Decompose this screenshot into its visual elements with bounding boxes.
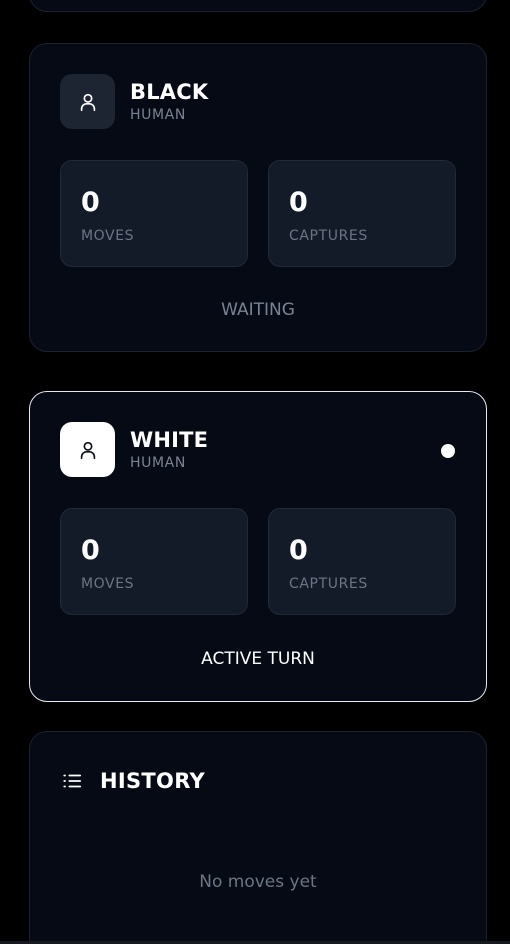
captures-stat: 0 CAPTURES [268, 160, 456, 267]
list-icon [63, 774, 82, 788]
moves-count: 0 [81, 535, 100, 566]
avatar-white [60, 422, 115, 477]
moves-label: MOVES [81, 576, 135, 592]
captures-label: CAPTURES [289, 576, 368, 592]
player-header-white: WHITE HUMAN [60, 422, 208, 477]
history-header: HISTORY [61, 768, 205, 794]
previous-panel [29, 0, 487, 12]
history-title: HISTORY [100, 769, 206, 793]
player-card-black: BLACK HUMAN 0 MOVES 0 CAPTURES WAITING [29, 43, 487, 352]
player-name: WHITE [130, 427, 209, 452]
moves-count: 0 [81, 187, 100, 218]
active-turn-indicator [441, 444, 455, 458]
player-card-white: WHITE HUMAN 0 MOVES 0 CAPTURES ACTIVE TU… [29, 391, 487, 702]
moves-stat: 0 MOVES [60, 508, 248, 615]
captures-label: CAPTURES [289, 228, 368, 244]
moves-label: MOVES [81, 228, 135, 244]
player-header-black: BLACK HUMAN [60, 74, 208, 129]
player-type: HUMAN [130, 106, 186, 123]
captures-count: 0 [289, 187, 308, 218]
captures-stat: 0 CAPTURES [268, 508, 456, 615]
avatar-black [60, 74, 115, 129]
user-icon [80, 93, 95, 111]
player-type: HUMAN [130, 454, 186, 471]
turn-status: WAITING [221, 300, 295, 320]
player-name: BLACK [130, 79, 209, 104]
history-panel: HISTORY No moves yet [29, 731, 487, 944]
turn-status: ACTIVE TURN [201, 649, 315, 669]
game-sidebar: BLACK HUMAN 0 MOVES 0 CAPTURES WAITING W… [0, 0, 510, 944]
captures-count: 0 [289, 535, 308, 566]
moves-stat: 0 MOVES [60, 160, 248, 267]
history-empty-message: No moves yet [199, 872, 317, 892]
user-icon [80, 441, 95, 459]
